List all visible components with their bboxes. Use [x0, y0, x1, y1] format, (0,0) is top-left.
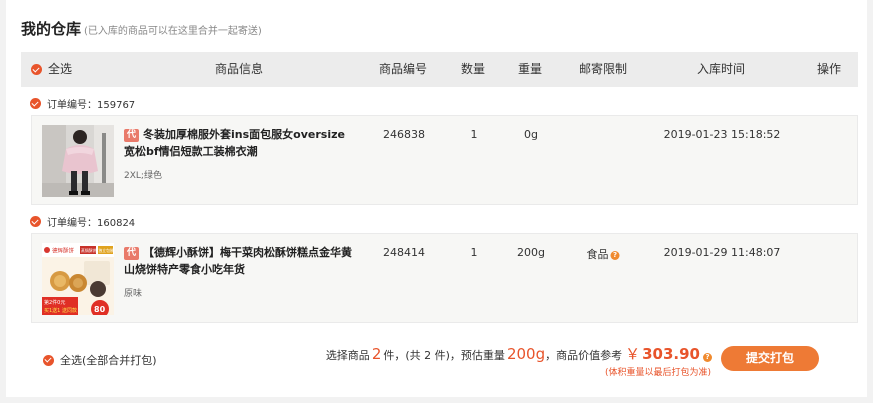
product-thumbnail[interactable]: 德辉酥饼 蒸锅酥饼 独立包装 第2件0元 买1送1 送同款 80 — [42, 243, 114, 315]
page-header: 我的仓库 (已入库的商品可以在这里合并一起寄送) — [21, 18, 262, 39]
order-number: 订单编号：160824 — [47, 218, 136, 229]
summary-prefix: 选择商品 — [325, 349, 370, 362]
select-all-check-icon[interactable] — [31, 64, 42, 75]
order-row: 德辉酥饼 蒸锅酥饼 独立包装 第2件0元 买1送1 送同款 80 代【德辉小酥饼… — [31, 233, 858, 323]
col-weight: 重量 — [517, 62, 543, 76]
select-all-merge-check-icon[interactable] — [43, 354, 54, 366]
product-title[interactable]: 【德辉小酥饼】梅干菜肉松酥饼糕点金华黄山烧饼特产零食小吃年货 — [124, 246, 352, 276]
summary-value-text: ，商品价值参考 — [545, 349, 623, 362]
selected-count: 2 — [371, 345, 382, 363]
promo-price: 80 — [94, 305, 106, 314]
submit-pack-button[interactable]: 提交打包 — [721, 346, 819, 371]
col-action: 操作 — [816, 62, 842, 76]
product-quantity: 1 — [470, 128, 478, 141]
product-stock-time: 2019-01-29 11:48:07 — [663, 246, 781, 259]
shipping-limit: 食品? — [587, 246, 620, 262]
select-all-merge[interactable]: 全选(全部合并打包) — [43, 352, 157, 368]
order-number: 订单编号：159767 — [47, 100, 136, 111]
product-name[interactable]: 代冬装加厚棉服外套ins面包服女oversize宽松bf情侣短款工装棉衣潮 — [124, 126, 354, 160]
product-code: 248414 — [383, 246, 425, 259]
product-name-block[interactable]: 代【德辉小酥饼】梅干菜肉松酥饼糕点金华黄山烧饼特产零食小吃年货 — [124, 244, 354, 278]
product-spec: 原味 — [124, 289, 143, 299]
product-weight: 0g — [524, 128, 538, 141]
col-stock-time: 入库时间 — [696, 62, 746, 76]
currency-symbol: ￥ — [625, 345, 641, 363]
promo-bottom: 买1送1 送同款 — [44, 307, 77, 314]
help-icon[interactable]: ? — [703, 353, 712, 362]
col-shipping-limit: 邮寄限制 — [578, 62, 628, 76]
badge-text-2: 独立包装 — [99, 248, 114, 253]
product-name[interactable]: 代【德辉小酥饼】梅干菜肉松酥饼糕点金华黄山烧饼特产零食小吃年货 — [124, 244, 354, 278]
order-line[interactable]: 订单编号：159767 — [30, 96, 135, 111]
page-title: 我的仓库 — [21, 20, 82, 38]
brand-text: 德辉酥饼 — [52, 247, 75, 255]
select-all-top[interactable]: 全选 — [31, 52, 72, 87]
estimated-weight: 200g — [506, 345, 546, 363]
col-product-info: 商品信息 — [214, 62, 264, 76]
product-name-block[interactable]: 代冬装加厚棉服外套ins面包服女oversize宽松bf情侣短款工装棉衣潮 — [124, 126, 354, 160]
summary-unit: 件， — [383, 349, 406, 362]
summary-line: 选择商品 2 件， (共 2 件)，预估重量 200g ，商品价值参考 ￥ 30… — [326, 343, 712, 364]
col-product-code: 商品编号 — [378, 62, 428, 76]
shipping-limit-text: 食品 — [586, 248, 609, 261]
col-quantity: 数量 — [460, 62, 486, 76]
select-all-merge-label: 全选(全部合并打包) — [60, 354, 157, 367]
help-icon[interactable]: ? — [610, 251, 620, 260]
order-row: 代冬装加厚棉服外套ins面包服女oversize宽松bf情侣短款工装棉衣潮 2X… — [31, 115, 858, 205]
product-spec: 2XL;绿色 — [124, 171, 162, 181]
badge-text-1: 蒸锅酥饼 — [81, 248, 96, 253]
total-value: 303.90 — [642, 345, 700, 363]
product-thumbnail[interactable] — [42, 125, 114, 197]
proxy-tag: 代 — [124, 247, 140, 260]
table-header: 全选 商品信息 商品编号 数量 重量 邮寄限制 入库时间 操作 — [21, 52, 858, 87]
weight-note: (体积重量以最后打包为准) — [604, 368, 711, 378]
product-code: 246838 — [383, 128, 425, 141]
order-line[interactable]: 订单编号：160824 — [30, 214, 135, 229]
warehouse-panel: 我的仓库 (已入库的商品可以在这里合并一起寄送) 全选 商品信息 商品编号 数量… — [6, 0, 867, 397]
proxy-tag: 代 — [124, 129, 140, 142]
product-quantity: 1 — [470, 246, 478, 259]
order-check-icon[interactable] — [30, 216, 41, 227]
summary-total: (共 2 件)，预估重量 — [405, 349, 505, 362]
page-subtitle: (已入库的商品可以在这里合并一起寄送) — [84, 26, 262, 37]
select-all-label: 全选 — [48, 62, 73, 76]
product-title[interactable]: 冬装加厚棉服外套ins面包服女oversize宽松bf情侣短款工装棉衣潮 — [124, 128, 345, 158]
promo-top: 第2件0元 — [44, 299, 65, 306]
product-weight: 200g — [517, 246, 545, 259]
order-check-icon[interactable] — [30, 98, 41, 109]
product-stock-time: 2019-01-23 15:18:52 — [663, 128, 781, 141]
